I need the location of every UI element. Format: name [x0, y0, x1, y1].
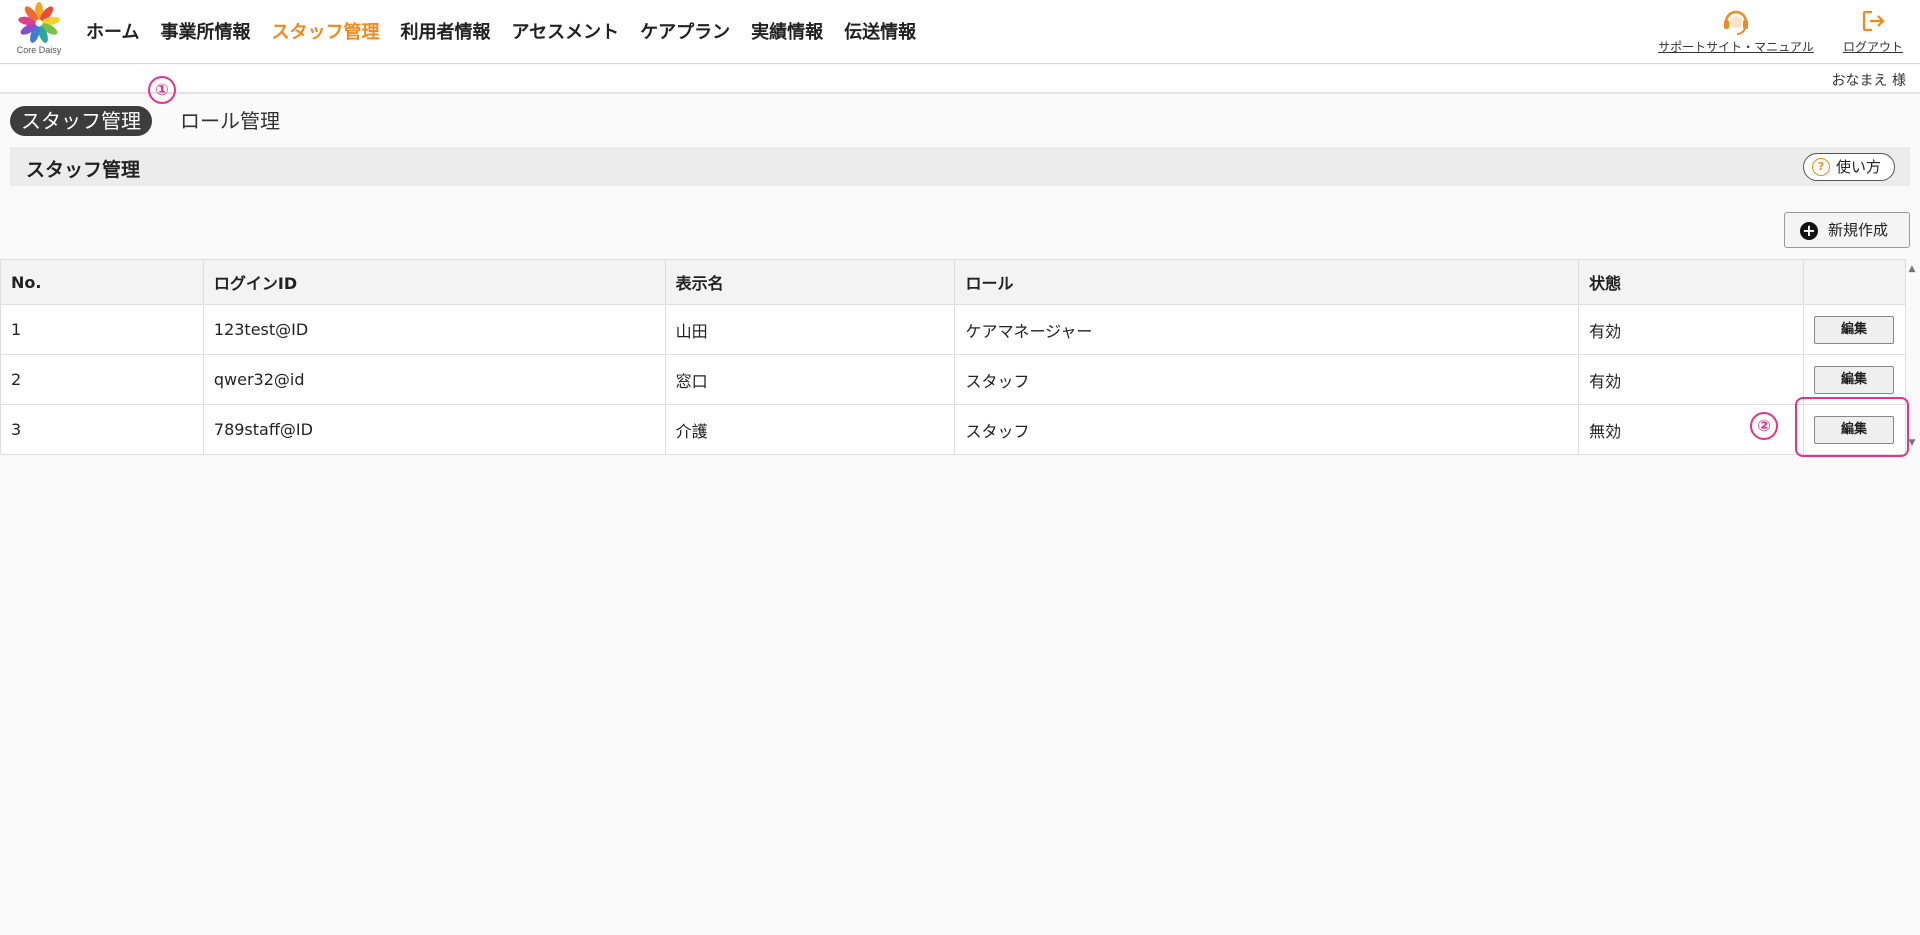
tab-staff-management[interactable]: スタッフ管理 [10, 106, 152, 136]
section-header: スタッフ管理 ? 使い方 [10, 147, 1910, 186]
app-header: Core Daisy ホーム 事業所情報 スタッフ管理 利用者情報 アセスメント… [0, 0, 1920, 64]
column-header-no: No. [0, 259, 204, 305]
column-header-actions [1802, 259, 1907, 305]
nav-assessment[interactable]: アセスメント [511, 18, 619, 44]
edit-button[interactable]: 編集 [1813, 315, 1894, 344]
cell-display-name: 窓口 [664, 354, 956, 405]
question-icon: ? [1812, 158, 1830, 176]
column-header-display-name: 表示名 [664, 259, 956, 305]
scroll-up-arrow-icon[interactable]: ▲ [1906, 264, 1918, 274]
cell-no: 1 [0, 304, 204, 355]
daisy-flower-icon [18, 2, 60, 43]
help-button[interactable]: ? 使い方 [1803, 153, 1895, 181]
staff-table: No. ログインID 表示名 ロール 状態 1 123test@ID 山田 ケア… [0, 259, 1907, 455]
cell-actions: 編集 [1802, 354, 1907, 405]
nav-transmission-info[interactable]: 伝送情報 [844, 18, 916, 44]
cell-role: ケアマネージャー [954, 304, 1580, 355]
new-create-button[interactable]: + 新規作成 [1784, 212, 1910, 248]
nav-care-plan[interactable]: ケアプラン [640, 18, 730, 44]
help-label: 使い方 [1836, 158, 1882, 176]
cell-role: スタッフ [954, 404, 1580, 455]
core-daisy-logo[interactable]: Core Daisy [12, 2, 66, 56]
support-site-label: サポートサイト・マニュアル [1658, 40, 1814, 54]
headset-icon [1724, 10, 1748, 35]
nav-user-info[interactable]: 利用者情報 [400, 18, 490, 44]
support-site-link[interactable]: サポートサイト・マニュアル [1650, 6, 1822, 55]
cell-no: 3 [0, 404, 204, 455]
cell-login-id: qwer32@id [202, 354, 666, 405]
new-create-label: 新規作成 [1828, 221, 1889, 239]
edit-button[interactable]: 編集 [1813, 415, 1894, 444]
column-header-login-id: ログインID [202, 259, 666, 305]
column-header-role: ロール [954, 259, 1580, 305]
user-bar: おなまえ 様 [0, 65, 1920, 94]
main-nav: ホーム 事業所情報 スタッフ管理 利用者情報 アセスメント ケアプラン 実績情報… [86, 18, 937, 44]
scroll-down-arrow-icon[interactable]: ▼ [1906, 438, 1918, 448]
table-row: 1 123test@ID 山田 ケアマネージャー 有効 編集 [0, 304, 1907, 355]
cell-status: 有効 [1578, 354, 1804, 405]
tab-role-management[interactable]: ロール管理 [180, 106, 280, 136]
annotation-marker-1: ① [148, 76, 176, 104]
logo-text: Core Daisy [16, 45, 62, 55]
table-row: 3 789staff@ID 介護 スタッフ 無効 編集 [0, 404, 1907, 455]
cell-actions: 編集 [1802, 304, 1907, 355]
cell-no: 2 [0, 354, 204, 405]
nav-performance-info[interactable]: 実績情報 [751, 18, 823, 44]
logout-icon [1862, 10, 1885, 32]
cell-login-id: 123test@ID [202, 304, 666, 355]
table-header-row: No. ログインID 表示名 ロール 状態 [0, 259, 1907, 305]
plus-circle-icon: + [1800, 222, 1818, 240]
table-row: 2 qwer32@id 窓口 スタッフ 有効 編集 [0, 354, 1907, 405]
cell-login-id: 789staff@ID [202, 404, 666, 455]
user-name: おなまえ 様 [1831, 73, 1906, 89]
cell-display-name: 介護 [664, 404, 956, 455]
nav-home[interactable]: ホーム [86, 18, 139, 44]
cell-role: スタッフ [954, 354, 1580, 405]
cell-status: 有効 [1578, 304, 1804, 355]
cell-actions: 編集 [1802, 404, 1907, 455]
logout-link[interactable]: ログアウト [1838, 6, 1908, 55]
cell-display-name: 山田 [664, 304, 956, 355]
annotation-marker-2: ② [1750, 412, 1778, 440]
column-header-status: 状態 [1578, 259, 1804, 305]
edit-button[interactable]: 編集 [1813, 365, 1894, 394]
section-title: スタッフ管理 [26, 159, 141, 181]
logout-label: ログアウト [1842, 40, 1903, 54]
nav-office-info[interactable]: 事業所情報 [160, 18, 250, 44]
nav-staff-management[interactable]: スタッフ管理 [271, 18, 379, 44]
